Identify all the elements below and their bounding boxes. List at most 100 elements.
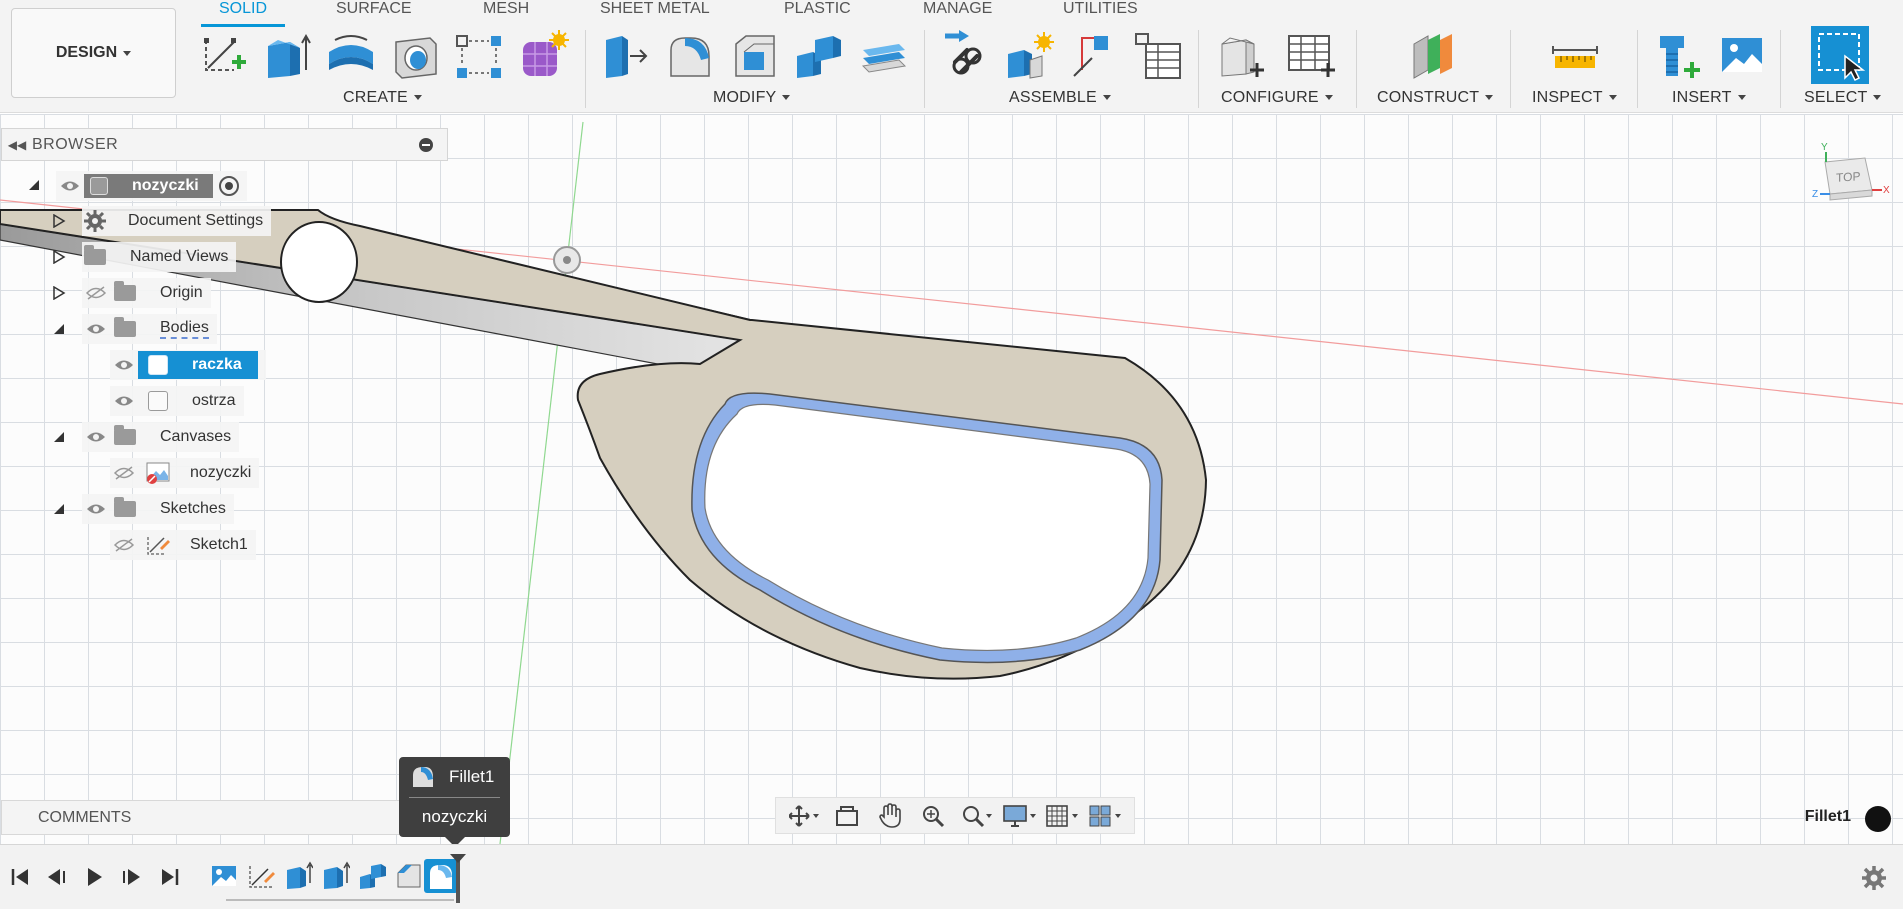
tab-manage[interactable]: MANAGE: [923, 0, 992, 22]
visibility-eye-icon[interactable]: [110, 350, 138, 380]
look-at-icon[interactable]: [830, 801, 864, 831]
visibility-eye-icon[interactable]: [82, 314, 110, 344]
viewports-icon[interactable]: [1089, 801, 1123, 831]
hidden-eye-icon[interactable]: [110, 530, 138, 560]
collapsed-arrow-icon[interactable]: [52, 286, 66, 300]
go-to-end-icon[interactable]: [158, 865, 182, 889]
display-settings-icon[interactable]: [1003, 801, 1037, 831]
tree-root-component[interactable]: nozyczki: [56, 171, 247, 201]
collapsed-arrow-icon[interactable]: [52, 250, 66, 264]
combine-icon[interactable]: [793, 30, 845, 82]
insert-label: INSERT: [1672, 89, 1732, 106]
revolve-icon[interactable]: [325, 30, 377, 82]
hidden-eye-icon[interactable]: [110, 458, 138, 488]
visibility-eye-icon[interactable]: [56, 171, 84, 201]
configure-body-icon[interactable]: [1216, 30, 1268, 82]
offset-face-icon[interactable]: [857, 30, 909, 82]
tree-item-canvas-nozyczki[interactable]: nozyczki: [110, 458, 260, 488]
tab-utilities[interactable]: UTILITIES: [1063, 0, 1138, 22]
modify-menu[interactable]: MODIFY: [713, 89, 791, 107]
workspace-switcher[interactable]: DESIGN: [11, 8, 176, 98]
select-menu[interactable]: SELECT: [1804, 89, 1882, 107]
timeline-fillet-icon[interactable]: [424, 859, 458, 893]
tree-item-document-settings[interactable]: Document Settings: [82, 206, 272, 236]
timeline-canvas-icon[interactable]: [209, 861, 239, 891]
bill-of-materials-icon[interactable]: [1132, 30, 1184, 82]
timeline-extrude-icon[interactable]: [283, 861, 313, 891]
window-select-icon[interactable]: [1811, 26, 1869, 84]
insert-canvas-icon[interactable]: [1716, 30, 1768, 82]
configuration-table-icon[interactable]: [1285, 30, 1337, 82]
expanded-arrow-icon[interactable]: [27, 178, 41, 192]
visibility-eye-icon[interactable]: [82, 494, 110, 524]
expanded-arrow-icon[interactable]: [52, 322, 66, 336]
assemble-menu[interactable]: ASSEMBLE: [1009, 89, 1111, 107]
grid-settings-icon[interactable]: [1046, 801, 1080, 831]
collapsed-arrow-icon[interactable]: [52, 214, 66, 228]
tab-sheet-metal[interactable]: SHEET METAL: [600, 0, 710, 22]
pan-hand-icon[interactable]: [873, 801, 907, 831]
timeline-extrude-icon[interactable]: [320, 861, 350, 891]
tab-surface[interactable]: SURFACE: [336, 0, 412, 22]
insert-mcmaster-icon[interactable]: [1652, 30, 1704, 82]
tab-mesh[interactable]: MESH: [483, 0, 529, 22]
tree-item-body-ostrza[interactable]: ostrza: [110, 386, 244, 416]
tree-item-body-raczka[interactable]: raczka: [110, 350, 266, 380]
chamfer-icon[interactable]: [730, 30, 782, 82]
new-component-icon[interactable]: [1004, 30, 1056, 82]
timeline-combine-icon[interactable]: [357, 861, 387, 891]
insert-menu[interactable]: INSERT: [1672, 89, 1746, 107]
origin-point-icon[interactable]: [553, 246, 581, 274]
orbit-icon[interactable]: [787, 801, 821, 831]
comments-panel[interactable]: COMMENTS: [1, 800, 448, 835]
view-cube[interactable]: TOP Y X Z: [1810, 142, 1890, 210]
motion-link-icon[interactable]: [1068, 30, 1120, 82]
tab-solid[interactable]: SOLID: [200, 0, 286, 27]
feature-status-icon[interactable]: [1865, 806, 1891, 832]
zoom-window-icon[interactable]: [960, 801, 994, 831]
timeline-chamfer-icon[interactable]: [394, 861, 424, 891]
timeline-sketch-icon[interactable]: [246, 861, 276, 891]
visibility-eye-icon[interactable]: [82, 422, 110, 452]
root-component-chip[interactable]: nozyczki: [84, 174, 213, 198]
create-form-icon[interactable]: [517, 30, 569, 82]
tab-plastic[interactable]: PLASTIC: [784, 0, 851, 22]
timeline-settings-gear-icon[interactable]: [1861, 865, 1887, 891]
pattern-icon[interactable]: [453, 30, 505, 82]
inspect-menu[interactable]: INSPECT: [1532, 89, 1617, 107]
tree-item-sketches[interactable]: Sketches: [82, 494, 234, 524]
joint-icon[interactable]: [941, 30, 993, 82]
press-pull-icon[interactable]: [600, 30, 652, 82]
collapse-panel-icon[interactable]: ◀◀: [2, 138, 32, 152]
hole-icon[interactable]: [390, 30, 442, 82]
tree-item-named-views[interactable]: Named Views: [82, 242, 237, 272]
configure-menu[interactable]: CONFIGURE: [1221, 89, 1333, 107]
tree-item-canvases[interactable]: Canvases: [82, 422, 240, 452]
expanded-arrow-icon[interactable]: [52, 430, 66, 444]
expanded-arrow-icon[interactable]: [52, 502, 66, 516]
fusion-app-window: DESIGN SOLID SURFACE MESH SHEET METAL PL…: [0, 0, 1903, 909]
tree-item-origin[interactable]: Origin: [82, 278, 211, 308]
play-icon[interactable]: [82, 865, 106, 889]
construct-plane-icon[interactable]: [1408, 30, 1460, 82]
zoom-icon[interactable]: [916, 801, 950, 831]
tree-item-bodies[interactable]: Bodies: [82, 314, 217, 344]
timeline-marker[interactable]: [456, 857, 460, 903]
step-back-icon[interactable]: [44, 865, 68, 889]
visibility-eye-icon[interactable]: [110, 386, 138, 416]
hidden-eye-icon[interactable]: [82, 278, 110, 308]
create-sketch-icon[interactable]: [198, 30, 250, 82]
activate-radio-icon[interactable]: [218, 176, 239, 196]
go-to-start-icon[interactable]: [8, 865, 32, 889]
construct-menu[interactable]: CONSTRUCT: [1377, 89, 1494, 107]
scissors-model[interactable]: [0, 114, 1903, 844]
create-menu[interactable]: CREATE: [343, 89, 422, 107]
extrude-icon[interactable]: [260, 30, 312, 82]
measure-icon[interactable]: [1549, 30, 1601, 82]
selected-body-chip[interactable]: raczka: [138, 351, 258, 379]
step-forward-icon[interactable]: [120, 865, 144, 889]
minimize-icon[interactable]: [419, 138, 433, 152]
fillet-icon[interactable]: [665, 30, 717, 82]
tree-item-sketch1[interactable]: Sketch1: [110, 530, 256, 560]
viewport-canvas[interactable]: TOP Y X Z: [0, 114, 1903, 844]
